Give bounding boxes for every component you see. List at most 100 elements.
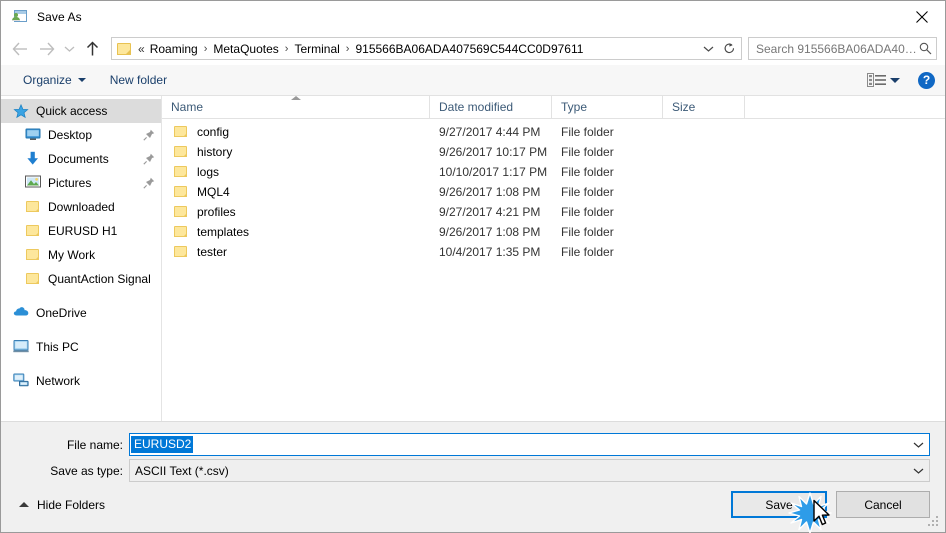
file-name-label: MQL4 — [197, 185, 230, 199]
table-row[interactable]: logs 10/10/2017 1:17 PM File folder — [162, 162, 945, 182]
resize-grip-icon[interactable] — [928, 516, 941, 529]
folder-icon — [173, 225, 189, 239]
forward-arrow-icon[interactable] — [33, 36, 59, 62]
breadcrumb-separator[interactable]: › — [200, 43, 212, 55]
path-overflow-indicator[interactable]: « — [137, 42, 148, 56]
breadcrumb-terminal[interactable]: Terminal — [292, 42, 341, 56]
file-name-label: File name: — [66, 437, 123, 452]
pin-icon[interactable] — [143, 177, 155, 189]
save-button-label: Save — [765, 497, 793, 512]
new-folder-button[interactable]: New folder — [104, 69, 173, 92]
file-name-input[interactable]: EURUSD2 — [129, 433, 930, 456]
file-name-chevron-down-icon[interactable] — [907, 434, 929, 455]
breadcrumb-terminal-guid[interactable]: 915566BA06ADA407569C544CC0D97611 — [353, 42, 585, 56]
folder-icon — [25, 223, 41, 239]
monitor-glyph — [25, 128, 41, 140]
sidebar-item-desktop[interactable]: Desktop — [1, 123, 161, 147]
view-chevron-down-icon[interactable] — [890, 77, 900, 83]
file-list-panel: Name Date modified Type Size config 9/27… — [162, 96, 945, 421]
picture-glyph — [25, 175, 41, 188]
column-header-filler — [745, 96, 945, 118]
file-name-row: File name: EURUSD2 — [1, 433, 945, 456]
save-as-dialog: Save As « Roaming › MetaQuotes › Termina… — [0, 0, 946, 533]
column-header-size[interactable]: Size — [663, 96, 745, 118]
sidebar-item-quantaction-signal[interactable]: QuantAction Signal — [1, 267, 161, 291]
table-row[interactable]: profiles 9/27/2017 4:21 PM File folder — [162, 202, 945, 222]
search-box[interactable]: Search 915566BA06ADA40756... — [748, 37, 937, 60]
hide-folders-button[interactable]: Hide Folders — [13, 494, 111, 516]
cloud-icon — [13, 305, 29, 321]
file-name-label: profiles — [197, 205, 236, 219]
breadcrumb-metaquotes[interactable]: MetaQuotes — [211, 42, 280, 56]
organize-label: Organize — [23, 73, 72, 87]
footer-buttons: Save Cancel — [731, 491, 930, 518]
save-as-type-label: Save as type: — [50, 463, 123, 478]
sidebar-item-label: Downloaded — [48, 200, 115, 214]
sidebar-item-documents[interactable]: Documents — [1, 147, 161, 171]
address-chevron-down-icon[interactable] — [698, 38, 718, 59]
sidebar-item-network[interactable]: Network — [1, 369, 161, 393]
sidebar-item-pictures[interactable]: Pictures — [1, 171, 161, 195]
sidebar-item-eurusd-h1[interactable]: EURUSD H1 — [1, 219, 161, 243]
file-name-value[interactable]: EURUSD2 — [131, 436, 194, 453]
column-header-label: Name — [171, 100, 204, 114]
table-row[interactable]: templates 9/26/2017 1:08 PM File folder — [162, 222, 945, 242]
sidebar-item-my-work[interactable]: My Work — [1, 243, 161, 267]
dialog-body: Quick access Desktop Documents Pictures … — [1, 96, 945, 422]
recent-locations-chevron-down-icon[interactable] — [59, 36, 79, 62]
save-as-type-chevron-down-icon[interactable] — [907, 460, 929, 481]
folder-icon — [173, 165, 189, 179]
breadcrumb-roaming[interactable]: Roaming — [148, 42, 200, 56]
up-arrow-icon[interactable] — [79, 36, 105, 62]
sidebar-item-label: OneDrive — [36, 306, 87, 320]
date-modified-cell: 9/27/2017 4:44 PM — [439, 125, 541, 139]
table-row[interactable]: config 9/27/2017 4:44 PM File folder — [162, 122, 945, 142]
command-toolbar: Organize New folder ? — [1, 65, 945, 96]
column-header-name[interactable]: Name — [162, 96, 430, 118]
refresh-glyph — [724, 43, 735, 54]
sidebar-item-quick-access[interactable]: Quick access — [1, 99, 161, 123]
save-button[interactable]: Save — [731, 491, 827, 518]
dialog-footer: Hide Folders Save Cancel — [1, 485, 945, 532]
breadcrumb-separator[interactable]: › — [342, 43, 354, 55]
file-name-label: logs — [197, 165, 220, 179]
column-header-label: Type — [561, 100, 588, 114]
search-input[interactable]: Search 915566BA06ADA40756... — [756, 42, 919, 56]
sidebar-item-label: Network — [36, 374, 81, 388]
table-row[interactable]: tester 10/4/2017 1:35 PM File folder — [162, 242, 945, 262]
sidebar-item-onedrive[interactable]: OneDrive — [1, 301, 161, 325]
pin-icon[interactable] — [143, 129, 155, 141]
pin-glyph — [143, 129, 155, 141]
chevron-down-glyph — [703, 46, 713, 52]
table-row[interactable]: MQL4 9/26/2017 1:08 PM File folder — [162, 182, 945, 202]
organize-button[interactable]: Organize — [17, 69, 92, 92]
refresh-icon[interactable] — [718, 37, 742, 60]
back-arrow-icon[interactable] — [7, 36, 33, 62]
pin-icon[interactable] — [143, 153, 155, 165]
save-as-type-select[interactable]: ASCII Text (*.csv) — [129, 459, 930, 482]
file-name-cell: MQL4 — [162, 185, 430, 199]
date-modified-cell: 9/26/2017 10:17 PM — [439, 145, 548, 159]
cancel-button[interactable]: Cancel — [836, 491, 930, 518]
save-as-type-value: ASCII Text (*.csv) — [135, 463, 229, 478]
address-bar[interactable]: « Roaming › MetaQuotes › Terminal › 9155… — [111, 37, 719, 60]
search-icon[interactable] — [919, 42, 932, 55]
close-icon[interactable] — [899, 1, 945, 32]
view-layout-icon[interactable] — [867, 72, 887, 88]
column-header-type[interactable]: Type — [552, 96, 663, 118]
sidebar-item-this-pc[interactable]: This PC — [1, 335, 161, 359]
chevron-down-glyph — [913, 442, 923, 448]
breadcrumb-separator[interactable]: › — [281, 43, 293, 55]
date-modified-cell: 10/10/2017 1:17 PM — [439, 165, 548, 179]
computer-glyph — [13, 340, 29, 353]
save-as-window-icon — [12, 9, 28, 25]
column-header-date-modified[interactable]: Date modified — [430, 96, 552, 118]
sidebar-item-downloaded[interactable]: Downloaded — [1, 195, 161, 219]
window-title: Save As — [37, 9, 82, 24]
table-row[interactable]: history 9/26/2017 10:17 PM File folder — [162, 142, 945, 162]
file-name-label: tester — [197, 245, 228, 259]
title-bar: Save As — [1, 1, 945, 32]
help-icon[interactable]: ? — [918, 71, 935, 89]
type-cell: File folder — [561, 185, 614, 199]
cloud-glyph — [13, 307, 29, 316]
